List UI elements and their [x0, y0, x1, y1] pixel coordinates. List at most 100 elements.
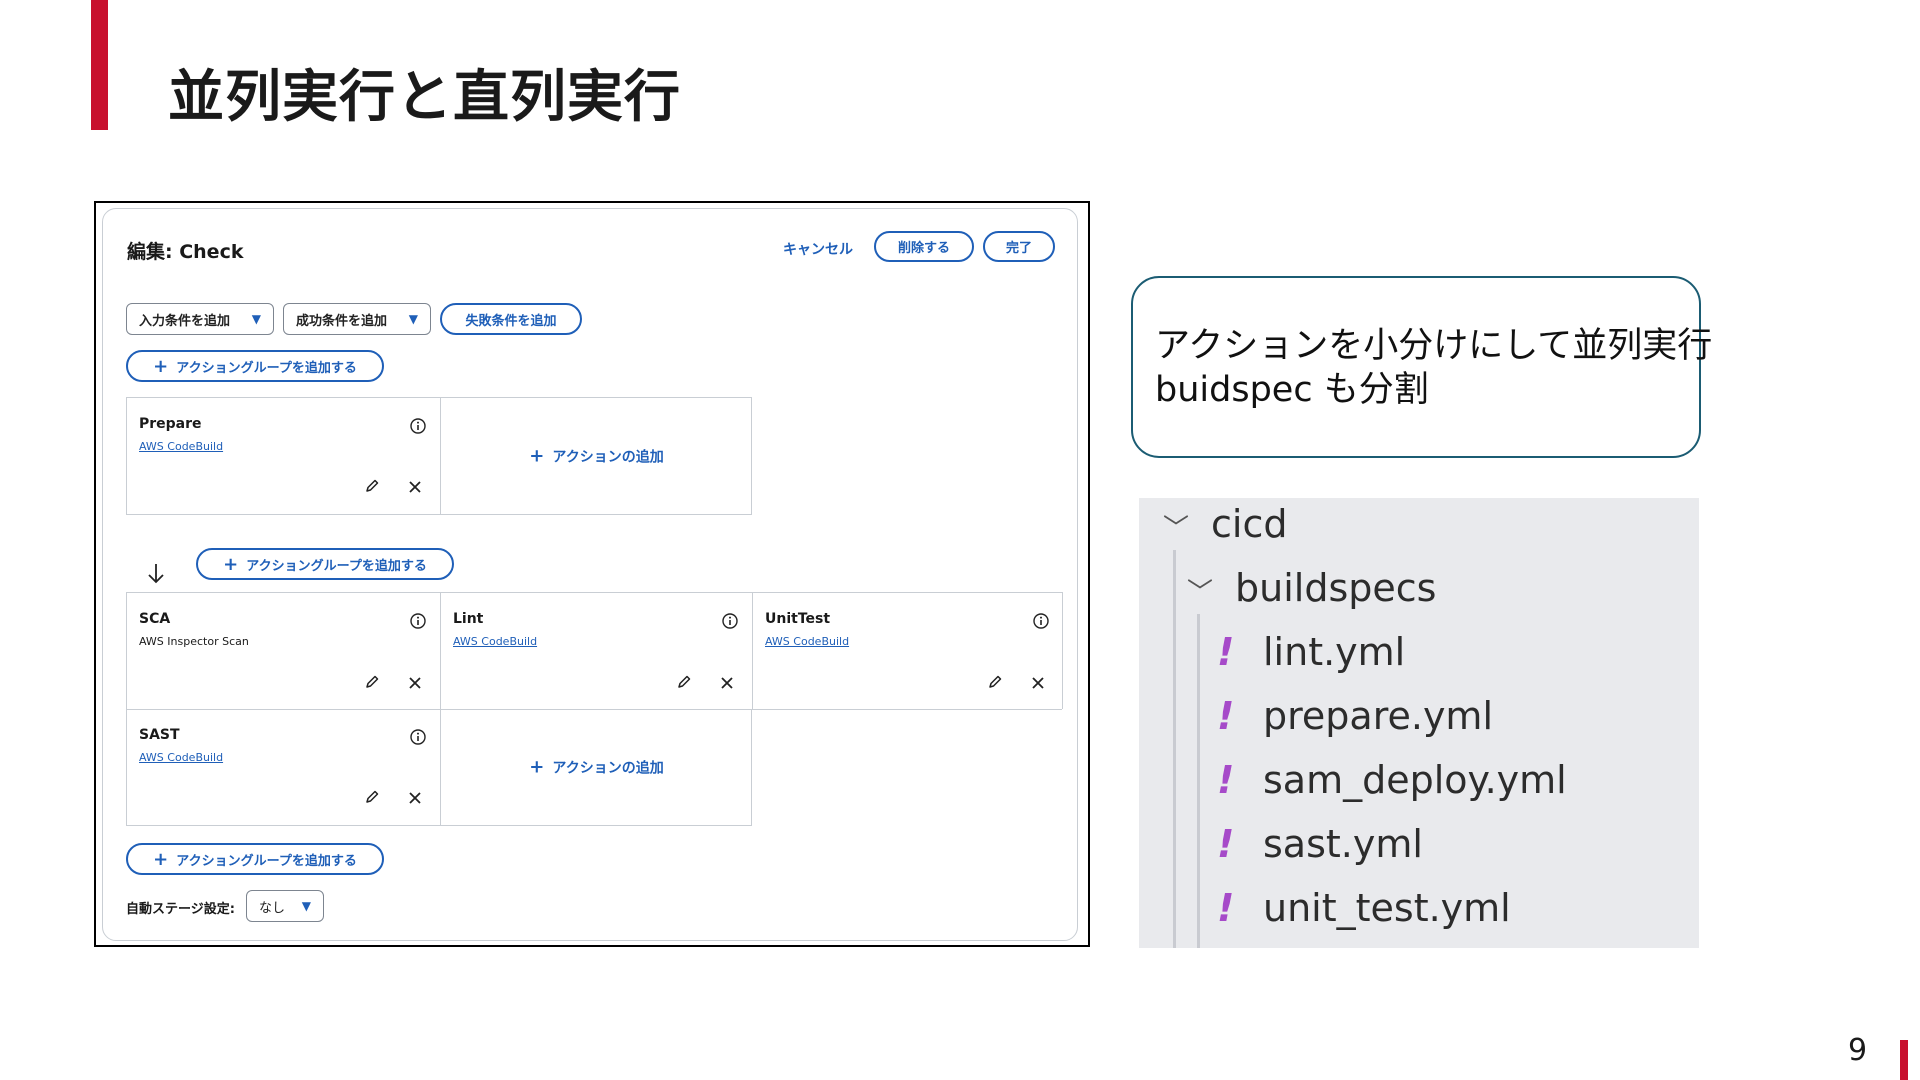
file-name: prepare.yml — [1263, 694, 1494, 738]
edit-pencil-icon[interactable] — [364, 478, 380, 494]
edit-pencil-icon[interactable] — [676, 674, 692, 690]
file-tree: ﹀ cicd ﹀ buildspecs ! lint.yml ! prepare.yml… — [1139, 498, 1699, 948]
caret-down-icon: ▼ — [301, 899, 311, 913]
add-action-group-button[interactable]: + アクショングループを追加する — [196, 548, 454, 580]
tree-guide-line — [1173, 550, 1176, 948]
tree-file[interactable]: ! sam_deploy.yml — [1217, 758, 1567, 802]
edit-pencil-icon[interactable] — [364, 789, 380, 805]
file-name: sast.yml — [1263, 822, 1423, 866]
chevron-down-icon: ﹀ — [1163, 514, 1190, 544]
action-card-lint[interactable]: Lint AWS CodeBuild — [441, 593, 752, 710]
tree-guide-line — [1197, 614, 1200, 948]
stage-editor-panel: 編集: Check キャンセル 削除する 完了 入力条件を追加 ▼ 成功条件を追… — [102, 208, 1078, 941]
cancel-link[interactable]: キャンセル — [783, 239, 853, 259]
exclamation-icon: ! — [1217, 822, 1235, 866]
delete-button-label: 削除する — [897, 241, 950, 256]
caret-down-icon: ▼ — [408, 312, 418, 326]
done-button-label: 完了 — [1005, 241, 1032, 256]
close-icon[interactable] — [408, 480, 422, 494]
info-icon[interactable] — [410, 418, 426, 434]
close-icon[interactable] — [720, 676, 734, 690]
success-condition-dropdown[interactable]: 成功条件を追加 ▼ — [283, 303, 431, 335]
tree-folder-cicd[interactable]: ﹀ cicd — [1163, 502, 1287, 546]
page-number: 9 — [1848, 1033, 1868, 1068]
folder-name: buildspecs — [1235, 566, 1437, 610]
info-icon[interactable] — [722, 613, 738, 629]
failure-condition-button[interactable]: 失敗条件を追加 — [440, 303, 582, 335]
plus-icon: + — [223, 553, 239, 575]
info-icon[interactable] — [1033, 613, 1049, 629]
done-button[interactable]: 完了 — [983, 231, 1055, 262]
action-name: Prepare — [139, 416, 202, 432]
exclamation-icon: ! — [1217, 758, 1235, 802]
add-action-label: アクションの追加 — [552, 760, 664, 777]
chevron-down-icon: ﹀ — [1187, 578, 1214, 608]
plus-icon: + — [153, 355, 169, 377]
add-group-label: アクショングループを追加する — [176, 853, 357, 869]
file-name: sam_deploy.yml — [1263, 758, 1567, 802]
stage-editor-screenshot: 編集: Check キャンセル 削除する 完了 入力条件を追加 ▼ 成功条件を追… — [94, 201, 1090, 947]
info-icon[interactable] — [410, 613, 426, 629]
file-name: unit_test.yml — [1263, 886, 1511, 930]
action-group-1: Prepare AWS CodeBuild + アクションの追加 — [126, 397, 752, 515]
tree-folder-buildspecs[interactable]: ﹀ buildspecs — [1187, 566, 1436, 610]
action-provider-link[interactable]: AWS CodeBuild — [453, 635, 537, 648]
callout-line-2: buidspec も分割 — [1155, 370, 1429, 410]
exclamation-icon: ! — [1217, 630, 1235, 674]
info-icon[interactable] — [410, 729, 426, 745]
action-group-2-row-1: SCA AWS Inspector Scan Lint AWS CodeBuil… — [126, 592, 1063, 710]
failure-condition-label: 失敗条件を追加 — [465, 313, 557, 329]
add-action-label: アクションの追加 — [552, 449, 664, 466]
success-condition-label: 成功条件を追加 — [296, 313, 388, 329]
callout-line-1: アクションを小分けにして並列実行 — [1155, 326, 1713, 366]
action-group-2-row-2: SAST AWS CodeBuild + アクションの追加 — [126, 709, 752, 826]
edit-pencil-icon[interactable] — [364, 674, 380, 690]
add-action-slot[interactable]: + アクションの追加 — [441, 709, 752, 825]
add-action-slot[interactable]: + アクションの追加 — [441, 398, 752, 514]
callout-box: アクションを小分けにして並列実行 buidspec も分割 — [1131, 276, 1712, 458]
action-provider-link[interactable]: AWS CodeBuild — [765, 635, 849, 648]
tree-file[interactable]: ! unit_test.yml — [1217, 886, 1511, 930]
edit-pencil-icon[interactable] — [987, 674, 1003, 690]
title-accent-bar — [91, 0, 108, 130]
action-name: UnitTest — [765, 611, 831, 627]
input-condition-label: 入力条件を追加 — [139, 313, 231, 329]
auto-stage-dropdown[interactable]: なし ▼ — [246, 890, 324, 922]
folder-name: cicd — [1211, 502, 1288, 546]
action-card-sast[interactable]: SAST AWS CodeBuild — [127, 709, 440, 825]
action-card-prepare[interactable]: Prepare AWS CodeBuild — [127, 398, 440, 514]
close-icon[interactable] — [408, 676, 422, 690]
caret-down-icon: ▼ — [251, 312, 261, 326]
action-provider-link[interactable]: AWS CodeBuild — [139, 440, 223, 453]
tree-file[interactable]: ! prepare.yml — [1217, 694, 1493, 738]
arrow-down-icon — [148, 564, 164, 584]
action-card-sca[interactable]: SCA AWS Inspector Scan — [127, 593, 440, 710]
delete-button[interactable]: 削除する — [874, 231, 974, 262]
add-action-group-button[interactable]: + アクショングループを追加する — [126, 843, 384, 875]
plus-icon: + — [529, 445, 545, 467]
plus-icon: + — [529, 756, 545, 778]
exclamation-icon: ! — [1217, 694, 1235, 738]
page-accent-bar — [1900, 1040, 1908, 1080]
action-card-unittest[interactable]: UnitTest AWS CodeBuild — [753, 593, 1063, 710]
close-icon[interactable] — [408, 791, 422, 805]
action-name: Lint — [453, 611, 484, 627]
action-name: SCA — [139, 611, 171, 627]
input-condition-dropdown[interactable]: 入力条件を追加 ▼ — [126, 303, 274, 335]
add-action-group-button[interactable]: + アクショングループを追加する — [126, 350, 384, 382]
tree-file[interactable]: ! lint.yml — [1217, 630, 1405, 674]
action-provider: AWS Inspector Scan — [139, 635, 249, 648]
editor-title: 編集: Check — [127, 241, 244, 263]
add-group-label: アクショングループを追加する — [246, 558, 427, 574]
auto-stage-value: なし — [259, 900, 286, 916]
plus-icon: + — [153, 848, 169, 870]
exclamation-icon: ! — [1217, 886, 1235, 930]
callout-text: アクションを小分けにして並列実行 buidspec も分割 — [1155, 324, 1712, 412]
file-name: lint.yml — [1263, 630, 1406, 674]
close-icon[interactable] — [1031, 676, 1045, 690]
slide-title: 並列実行と直列実行 — [168, 65, 681, 130]
add-group-label: アクショングループを追加する — [176, 360, 357, 376]
auto-stage-label: 自動ステージ設定: — [126, 902, 235, 917]
action-provider-link[interactable]: AWS CodeBuild — [139, 751, 223, 764]
tree-file[interactable]: ! sast.yml — [1217, 822, 1423, 866]
